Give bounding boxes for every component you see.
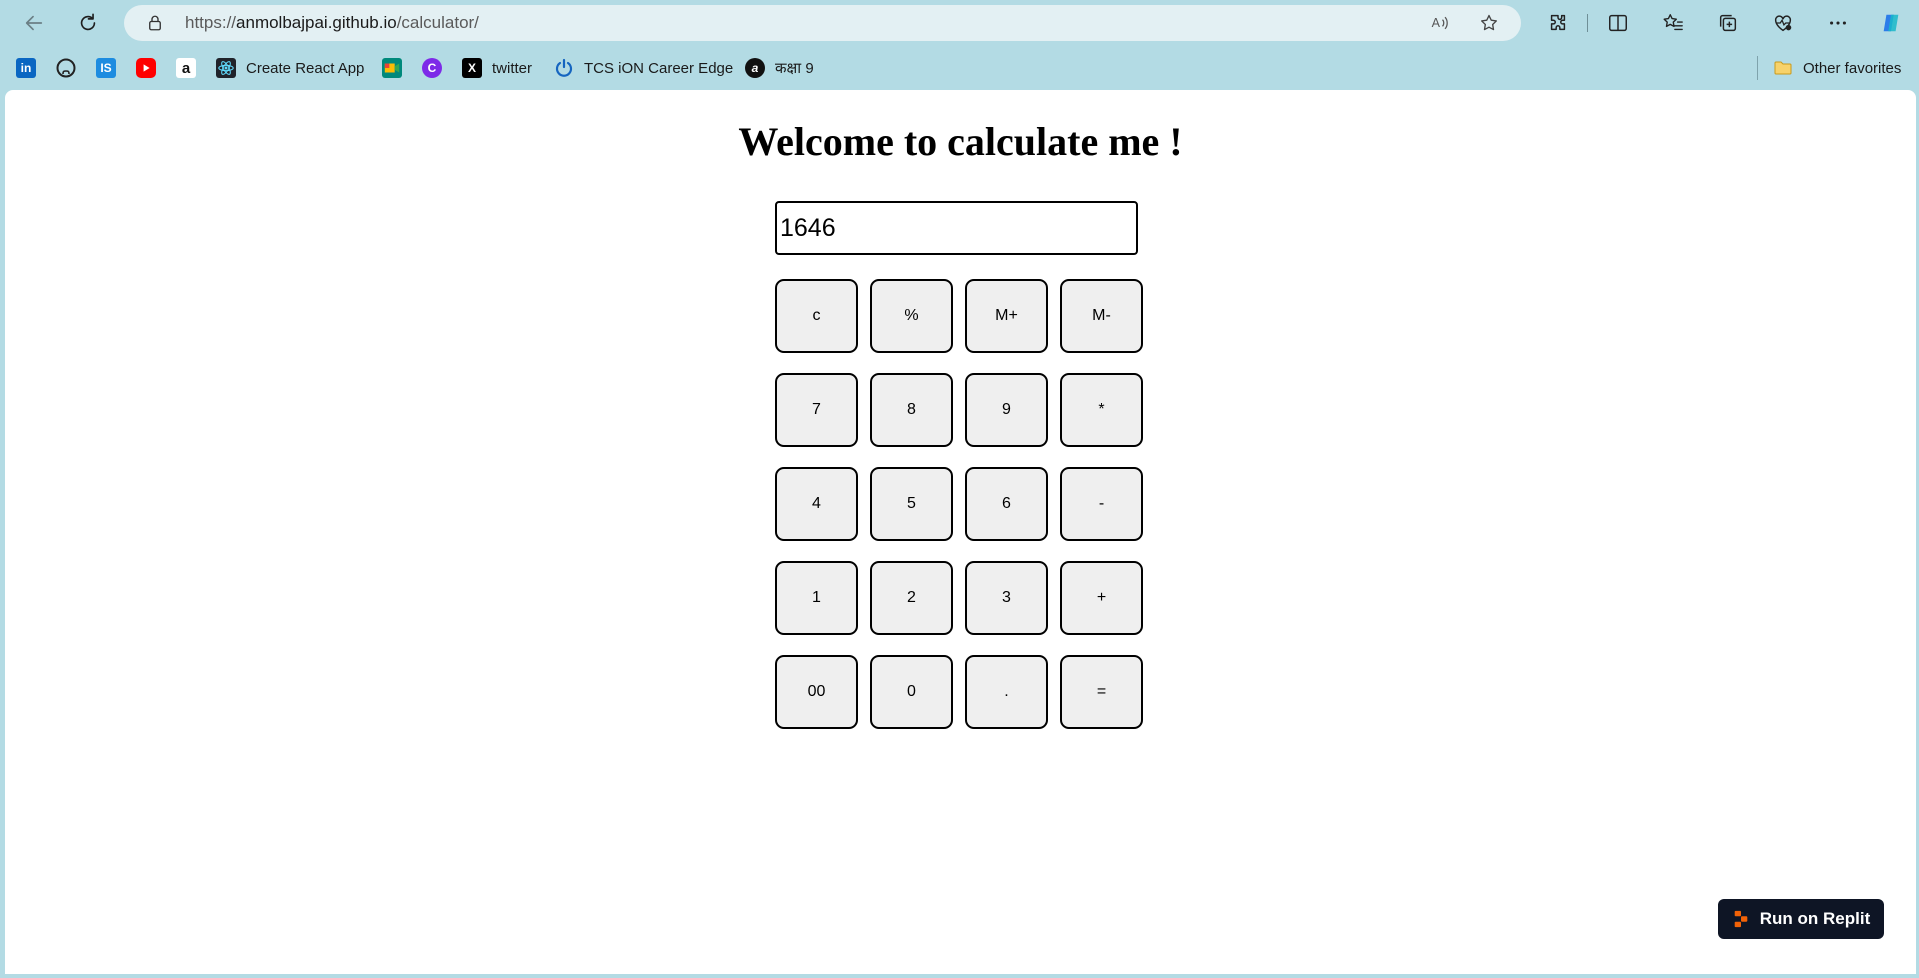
react-icon [216,58,236,78]
favorite-label: twitter [492,59,533,77]
power-icon [554,58,574,78]
toolbar-divider [1587,14,1588,32]
favorite-star-icon[interactable] [1479,13,1499,33]
digit-6-button[interactable]: 6 [965,467,1048,541]
digit-0-button[interactable]: 0 [870,655,953,729]
back-button[interactable] [17,7,51,39]
extensions-button[interactable] [1541,7,1575,39]
favorites-divider [1757,56,1758,80]
url-prefix: https:// [185,13,237,32]
a-icon: a [745,58,765,78]
replit-label: Run on Replit [1759,909,1871,928]
page-viewport: Welcome to calculate me ! c % M+ M- 7 8 … [5,90,1916,974]
puzzle-icon [1550,14,1566,31]
digit-1-button[interactable]: 1 [775,561,858,635]
folder-icon [1773,58,1793,78]
svg-text:A: A [1432,16,1441,30]
memory-add-button[interactable]: M+ [965,279,1048,353]
collections-icon [1719,14,1737,32]
digit-7-button[interactable]: 7 [775,373,858,447]
favorites-button[interactable] [1656,7,1690,39]
favorite-youtube[interactable] [136,54,156,82]
digit-8-button[interactable]: 8 [870,373,953,447]
favorite-label: Create React App [246,59,365,77]
digit-5-button[interactable]: 5 [870,467,953,541]
replit-logo-icon [1734,910,1748,928]
url-path: /calculator/ [396,13,479,32]
favorites-list-icon [1663,14,1683,31]
favorite-canva[interactable]: C [422,54,442,82]
digit-2-button[interactable]: 2 [870,561,953,635]
copilot-button[interactable] [1874,7,1908,39]
lock-icon[interactable] [146,14,164,32]
favorite-create-react-app[interactable]: Create React App [216,54,364,82]
favorite-label: TCS iON Career Edge [584,59,734,77]
is-icon: IS [96,58,116,78]
digit-3-button[interactable]: 3 [965,561,1048,635]
multiply-button[interactable]: * [1060,373,1143,447]
percent-button[interactable]: % [870,279,953,353]
linkedin-icon: in [16,58,36,78]
favorite-amazon[interactable]: a [176,54,196,82]
refresh-icon [80,13,96,31]
canva-icon: C [422,58,442,78]
refresh-button[interactable] [71,7,105,39]
favorite-github[interactable] [56,54,76,82]
subtract-button[interactable]: - [1060,467,1143,541]
calculator-display[interactable] [775,201,1138,255]
more-dots-icon [1830,21,1846,25]
amazon-icon: a [176,58,196,78]
split-screen-button[interactable] [1601,7,1635,39]
url-text[interactable]: https://anmolbajpai.github.io/calculator… [185,5,479,41]
settings-more-button[interactable] [1821,7,1855,39]
other-favorites[interactable]: Other favorites [1773,54,1901,82]
read-aloud-icon[interactable]: A [1430,13,1450,33]
back-arrow-icon [25,15,43,31]
other-favorites-label: Other favorites [1803,59,1902,77]
page-title: Welcome to calculate me ! [738,119,1183,164]
double-zero-button[interactable]: 00 [775,655,858,729]
favorite-twitter[interactable]: X twitter [462,54,532,82]
favorite-is[interactable]: IS [96,54,116,82]
split-screen-icon [1609,14,1627,32]
add-button[interactable]: + [1060,561,1143,635]
x-icon: X [462,58,482,78]
copilot-icon [1883,14,1899,32]
memory-subtract-button[interactable]: M- [1060,279,1143,353]
digit-9-button[interactable]: 9 [965,373,1048,447]
favorite-tcs-ion[interactable]: TCS iON Career Edge [554,54,733,82]
meet-icon [382,58,402,78]
browser-essentials-button[interactable] [1766,7,1800,39]
url-host: anmolbajpai.github.io [236,13,397,32]
favorite-label: कक्षा 9 [775,60,814,77]
favorite-linkedin[interactable]: in [16,54,36,82]
decimal-point-button[interactable]: . [965,655,1048,729]
collections-button[interactable] [1711,7,1745,39]
youtube-icon [136,58,156,78]
browser-toolbar: https://anmolbajpai.github.io/calculator… [0,0,1919,46]
github-icon [56,58,76,78]
clear-button[interactable]: c [775,279,858,353]
favorite-meet[interactable] [382,54,402,82]
digit-4-button[interactable]: 4 [775,467,858,541]
favorite-kaksha-9[interactable]: a कक्षा 9 [745,54,814,82]
heart-pulse-icon [1774,15,1792,32]
favorites-bar: in IS a Create React App C X twitter TCS… [0,46,1919,90]
equals-button[interactable]: = [1060,655,1143,729]
run-on-replit-button[interactable]: Run on Replit [1718,899,1884,939]
address-bar[interactable]: https://anmolbajpai.github.io/calculator… [124,5,1521,41]
